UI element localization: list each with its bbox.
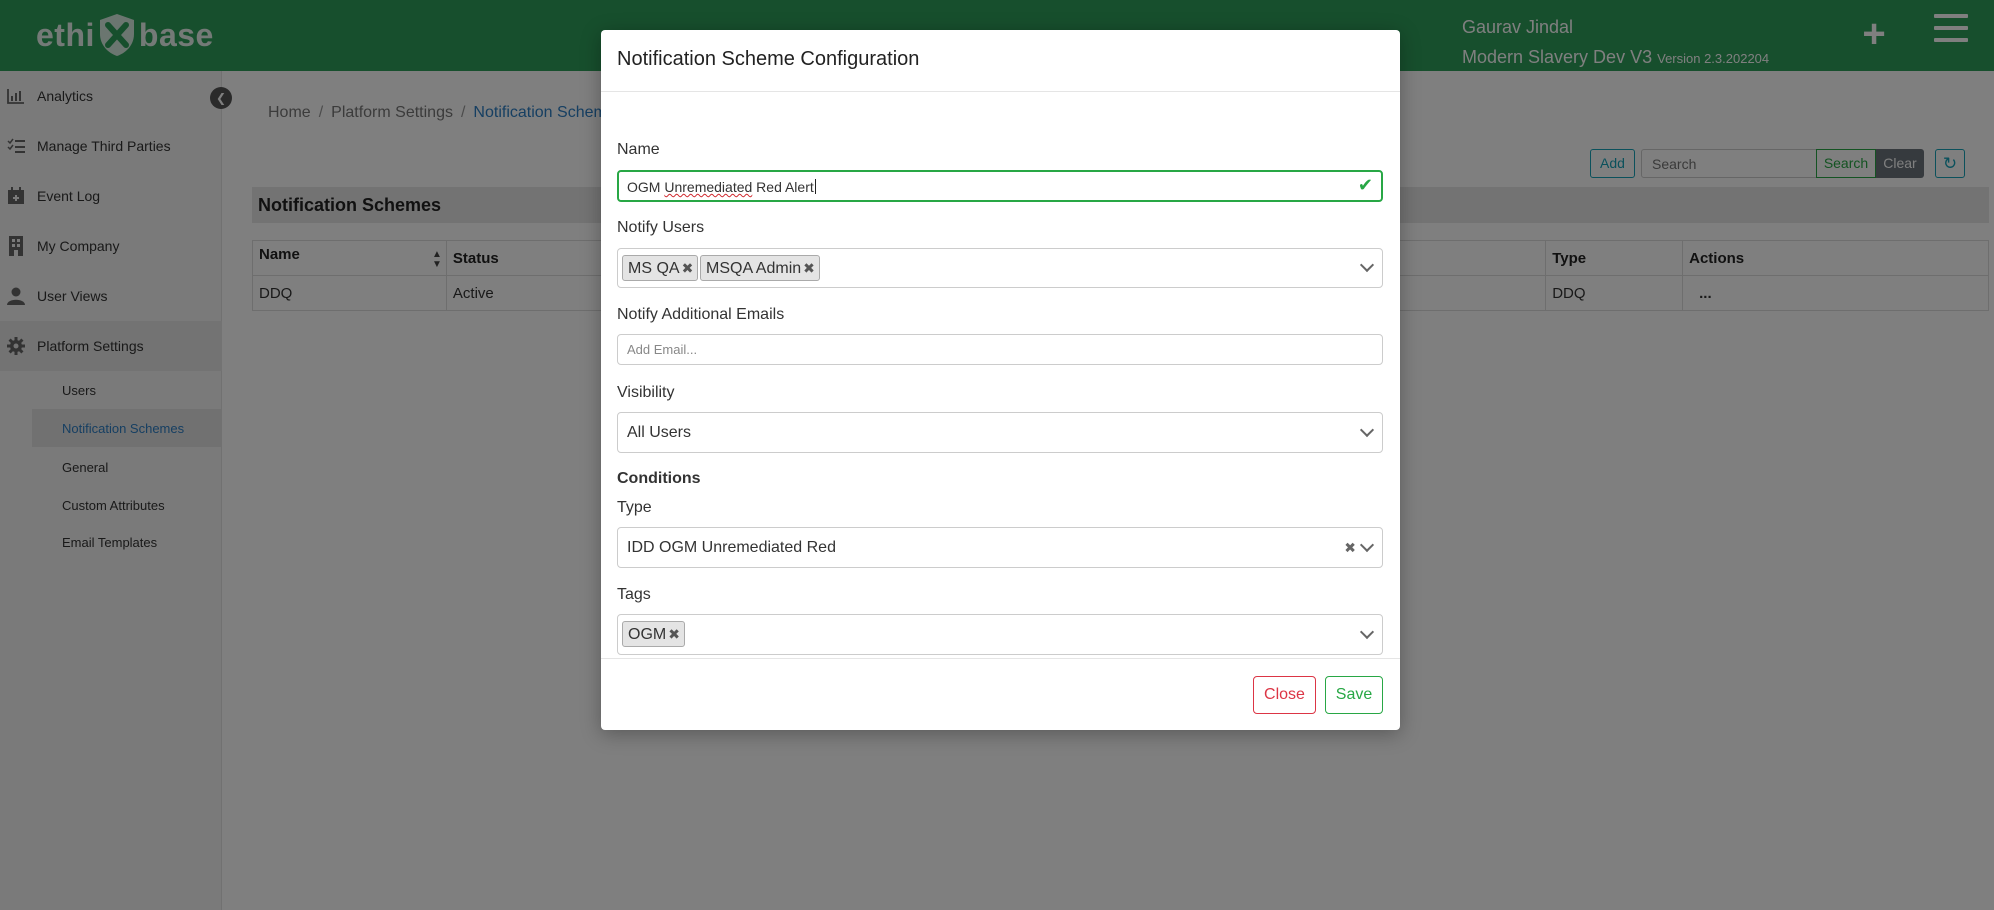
tags-label: Tags [617, 586, 651, 603]
valid-check-icon: ✔ [1357, 175, 1373, 195]
remove-chip-icon[interactable]: ✖ [803, 260, 815, 276]
remove-chip-icon[interactable]: ✖ [682, 260, 694, 276]
notification-scheme-modal: Notification Scheme Configuration Name O… [601, 30, 1400, 730]
name-value: OGM Unremediated Red Alert [627, 179, 816, 195]
modal-header: Notification Scheme Configuration [601, 30, 1400, 92]
save-button[interactable]: Save [1325, 676, 1383, 714]
emails-label: Notify Additional Emails [617, 306, 785, 323]
chevron-down-icon[interactable] [1359, 624, 1375, 639]
type-select[interactable]: IDD OGM Unremediated Red ✖ [617, 527, 1383, 568]
remove-chip-icon[interactable]: ✖ [668, 626, 680, 642]
visibility-label: Visibility [617, 384, 675, 401]
type-label: Type [617, 499, 652, 516]
tags-select[interactable]: OGM ✖ [617, 614, 1383, 655]
notify-users-select[interactable]: MS QA ✖ MSQA Admin ✖ [617, 248, 1383, 288]
type-value: IDD OGM Unremediated Red [627, 538, 836, 556]
clear-selection-icon[interactable]: ✖ [1344, 539, 1356, 556]
notify-users-label: Notify Users [617, 219, 705, 236]
tag-chip: OGM ✖ [622, 621, 685, 647]
user-chip: MSQA Admin ✖ [700, 255, 820, 281]
chevron-down-icon[interactable] [1359, 257, 1375, 273]
name-label: Name [617, 141, 660, 158]
name-field[interactable]: OGM Unremediated Red Alert ✔ [617, 170, 1383, 202]
visibility-value: All Users [627, 423, 692, 441]
modal-footer: Close Save [601, 658, 1400, 730]
user-chip: MS QA ✖ [622, 255, 699, 281]
visibility-select[interactable]: All Users [617, 412, 1383, 453]
email-field[interactable]: Add Email... [617, 334, 1383, 365]
email-placeholder: Add Email... [627, 342, 698, 357]
modal-title: Notification Scheme Configuration [617, 48, 920, 70]
chevron-down-icon[interactable] [1359, 422, 1375, 437]
chevron-down-icon[interactable] [1359, 537, 1375, 552]
close-button[interactable]: Close [1253, 676, 1316, 714]
conditions-heading: Conditions [617, 470, 701, 487]
